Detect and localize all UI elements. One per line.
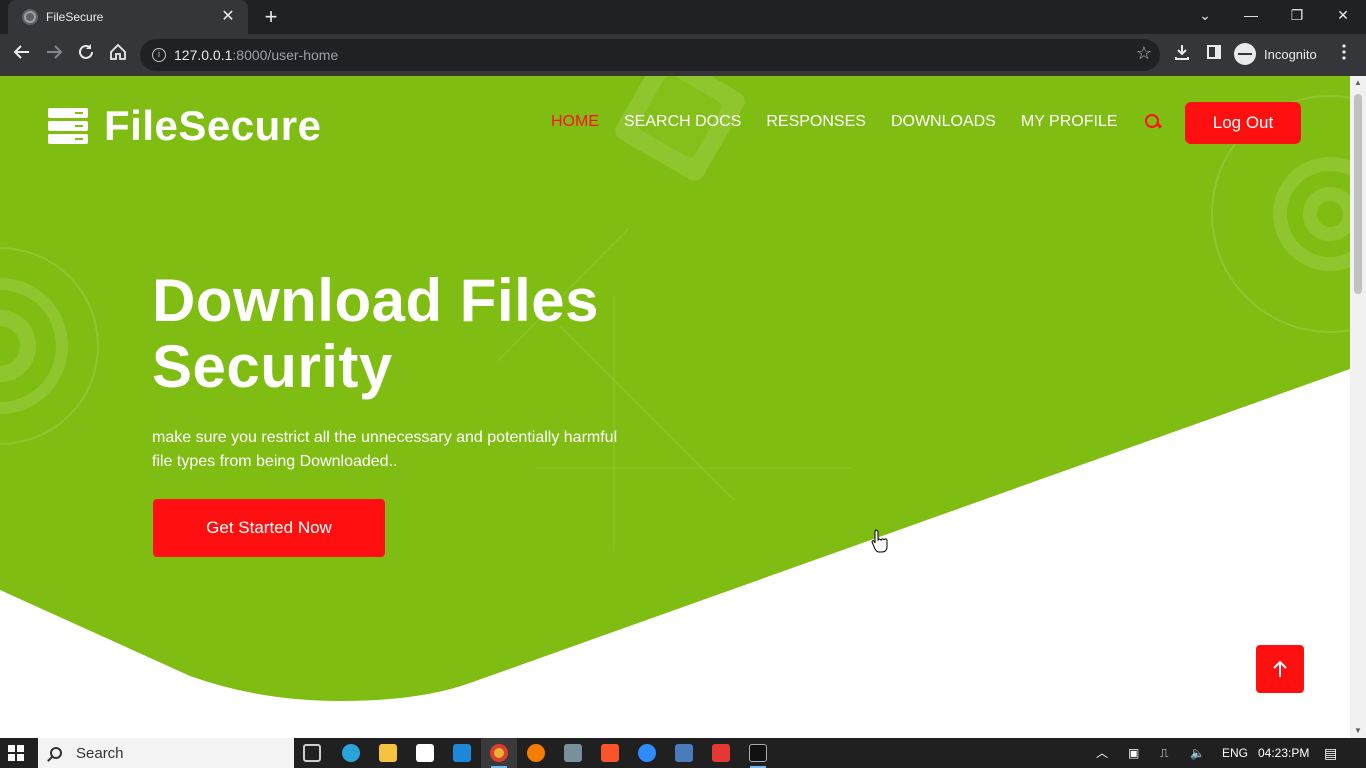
hero-subtitle-line-2: file types from being Downloaded.. [152, 453, 398, 470]
browser-menu-icon[interactable] [1330, 41, 1358, 69]
url-path: :8000/user-home [232, 47, 339, 63]
hero-background [0, 76, 1350, 701]
server-icon [48, 108, 88, 144]
globe-icon [22, 9, 38, 25]
url-host: 127.0.0.1 [174, 47, 233, 63]
new-tab-button[interactable]: + [258, 4, 284, 30]
browser-tab-strip: FileSecure ✕ + ⌄ — ❐ ✕ [0, 0, 1366, 34]
download-icon[interactable] [1168, 41, 1196, 69]
hero-title-line-1: Download Files [152, 267, 600, 334]
taskbar-search[interactable]: Search [38, 738, 294, 768]
tab-title: FileSecure [46, 10, 104, 24]
windows-start-icon[interactable] [8, 745, 24, 761]
hand-cursor-icon [871, 529, 888, 553]
incognito-label: Incognito [1264, 46, 1317, 62]
side-panel-icon[interactable] [1200, 41, 1228, 69]
browser-tab[interactable]: FileSecure ✕ [8, 0, 248, 34]
app-icon[interactable] [416, 744, 434, 762]
minimize-button[interactable]: — [1228, 0, 1274, 30]
site-info-icon[interactable]: i [152, 48, 166, 62]
search-icon[interactable] [1145, 114, 1161, 130]
tray-chevron-icon[interactable]: ︿ [1096, 738, 1108, 768]
app-icon-2[interactable] [564, 744, 582, 762]
site-logo[interactable]: FileSecure [48, 102, 321, 150]
tab-search-chevron-icon[interactable]: ⌄ [1182, 0, 1228, 30]
scroll-to-top-button[interactable] [1256, 645, 1304, 693]
volume-icon[interactable]: 🔈 [1190, 738, 1205, 768]
nav-home[interactable]: HOME [551, 112, 599, 132]
page-viewport: FileSecure HOME SEARCH DOCS RESPONSES DO… [0, 76, 1350, 738]
reload-icon[interactable] [72, 41, 100, 69]
language-indicator[interactable]: ENG [1222, 738, 1248, 768]
taskbar-search-label: Search [76, 744, 124, 762]
hero-title-line-2: Security [152, 333, 393, 400]
scroll-thumb[interactable] [1354, 94, 1362, 294]
app-icon-3[interactable] [675, 744, 693, 762]
nav-my-profile[interactable]: MY PROFILE [1021, 112, 1118, 132]
page-scrollbar[interactable]: ▲ ▼ [1350, 76, 1366, 738]
bookmark-star-icon[interactable]: ☆ [1136, 43, 1152, 64]
incognito-profile[interactable]: Incognito [1234, 43, 1317, 65]
meet-icon[interactable]: ▣ [1128, 738, 1139, 768]
tab-close-icon[interactable]: ✕ [218, 7, 238, 27]
hero-subtitle: make sure you restrict all the unnecessa… [152, 426, 662, 474]
app-icon-4[interactable] [712, 744, 730, 762]
arrow-up-icon [1273, 660, 1287, 677]
windows-taskbar: Search ︿ ▣ ⎍ 🔈 ENG 04:23:PM ▤ [0, 738, 1366, 768]
home-icon[interactable] [104, 41, 132, 69]
nav-downloads[interactable]: DOWNLOADS [891, 112, 996, 132]
chrome-icon[interactable] [490, 744, 508, 762]
address-bar[interactable]: i 127.0.0.1 :8000/user-home ☆ [140, 39, 1160, 71]
vscode-icon[interactable] [453, 744, 471, 762]
terminal-icon[interactable] [749, 744, 767, 762]
zoom-icon[interactable] [638, 744, 656, 762]
notification-icon[interactable]: ▤ [1324, 738, 1337, 768]
browser-toolbar: i 127.0.0.1 :8000/user-home ☆ Incognito [0, 34, 1366, 76]
forward-arrow-icon[interactable] [40, 41, 68, 69]
nav-responses[interactable]: RESPONSES [766, 112, 866, 132]
search-app-icon[interactable] [527, 744, 545, 762]
hero-subtitle-line-1: make sure you restrict all the unnecessa… [152, 429, 618, 446]
logout-button[interactable]: Log Out [1185, 102, 1301, 144]
network-icon[interactable]: ⎍ [1160, 738, 1168, 768]
scroll-up-arrow-icon[interactable]: ▲ [1350, 76, 1366, 90]
brave-icon[interactable] [601, 744, 619, 762]
get-started-button[interactable]: Get Started Now [153, 499, 385, 557]
hero-title: Download Files Security [152, 268, 672, 400]
scroll-down-arrow-icon[interactable]: ▼ [1350, 724, 1366, 738]
nav-search-docs[interactable]: SEARCH DOCS [624, 112, 741, 132]
back-arrow-icon[interactable] [8, 41, 36, 69]
close-window-button[interactable]: ✕ [1320, 0, 1366, 30]
restore-button[interactable]: ❐ [1274, 0, 1320, 30]
clock[interactable]: 04:23:PM [1258, 738, 1309, 768]
incognito-icon [1234, 43, 1256, 65]
task-view-icon[interactable] [303, 744, 321, 762]
main-nav: HOME SEARCH DOCS RESPONSES DOWNLOADS MY … [551, 112, 1161, 132]
edge-icon[interactable] [342, 744, 360, 762]
file-explorer-icon[interactable] [379, 744, 397, 762]
search-icon [50, 747, 62, 759]
brand-name: FileSecure [104, 102, 322, 149]
